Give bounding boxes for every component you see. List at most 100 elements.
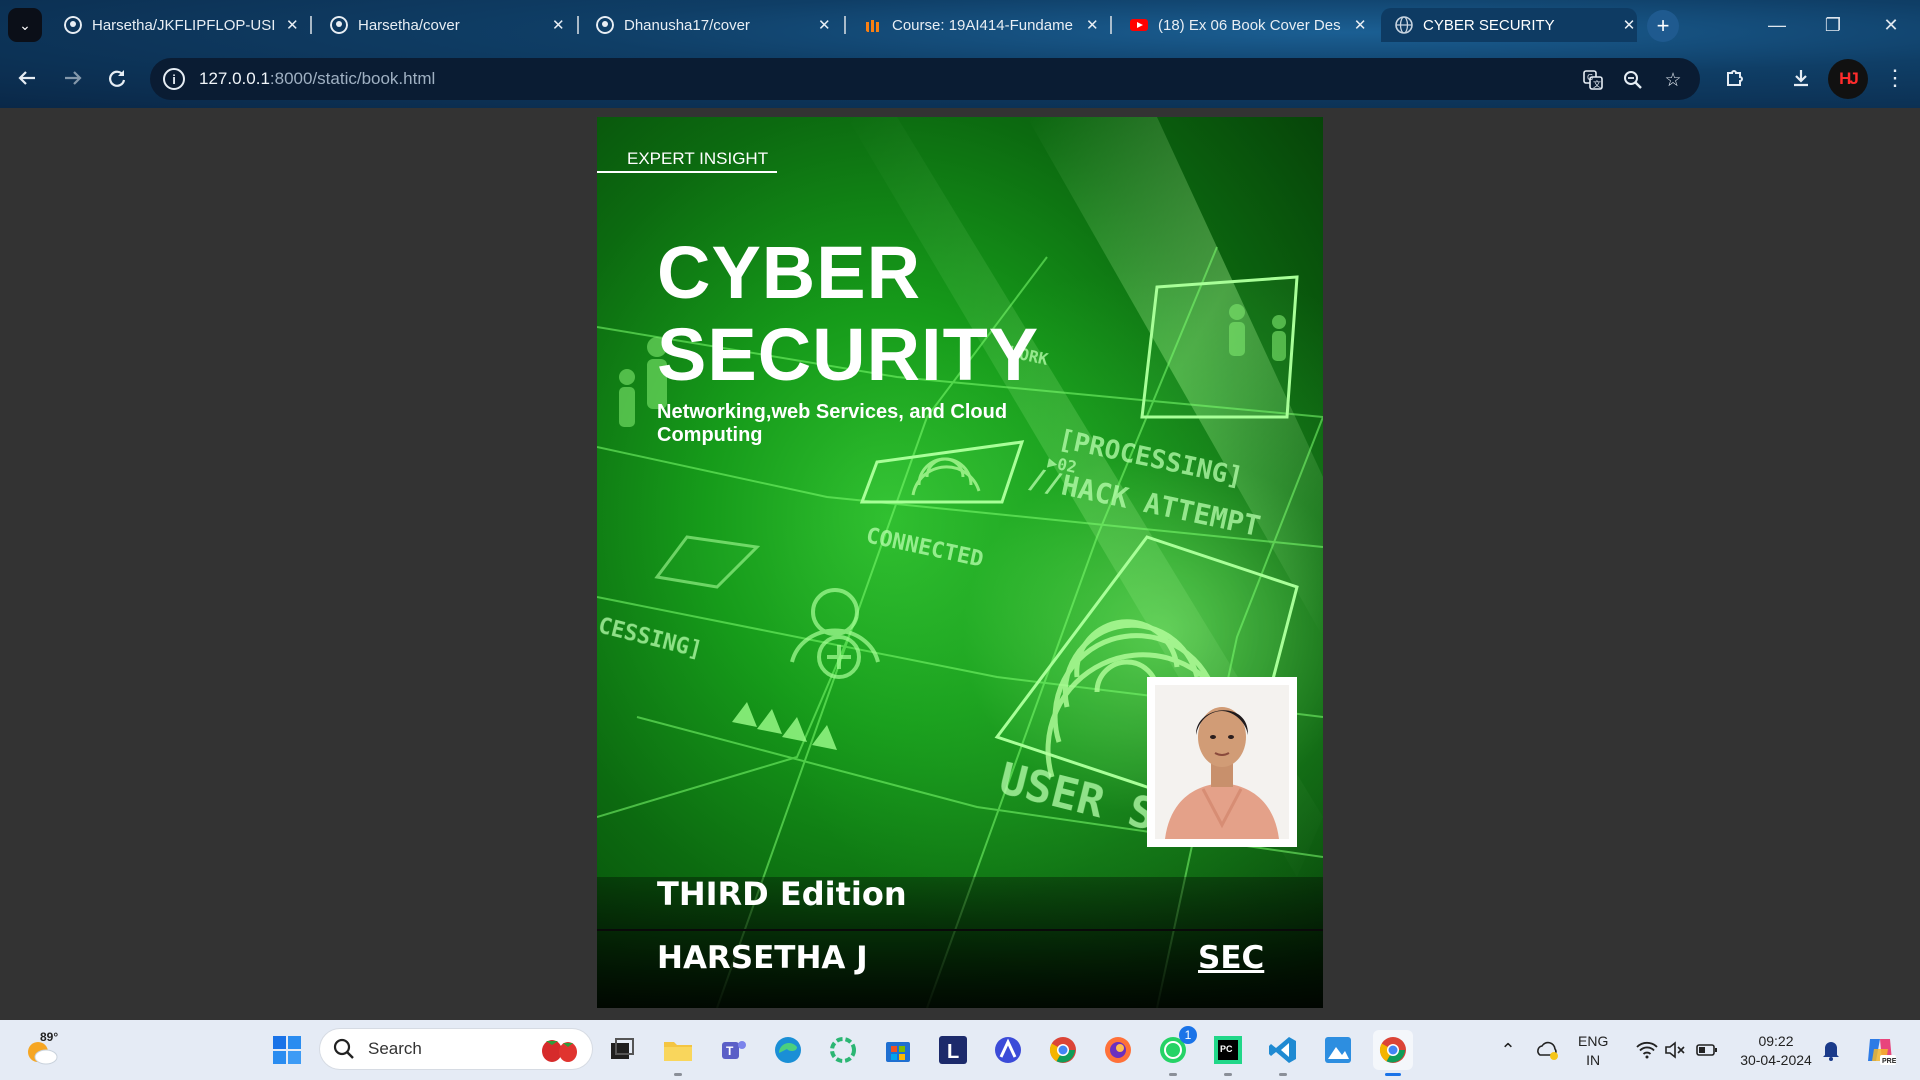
- notifications-button[interactable]: [1816, 1030, 1846, 1070]
- extensions-button[interactable]: [1716, 59, 1754, 97]
- battery-status[interactable]: [1692, 1030, 1722, 1070]
- svg-text:PC: PC: [1220, 1044, 1233, 1054]
- tab-youtube-video[interactable]: (18) Ex 06 Book Cover Des ✕: [1116, 8, 1368, 42]
- reload-button[interactable]: [98, 59, 136, 97]
- url-host: 127.0.0.1: [199, 69, 270, 88]
- clock[interactable]: 09:22 30-04-2024: [1736, 1032, 1816, 1070]
- globe-icon: [1395, 16, 1413, 34]
- clock-time: 09:22: [1758, 1033, 1794, 1049]
- new-tab-button[interactable]: +: [1647, 10, 1679, 42]
- start-button[interactable]: [267, 1030, 307, 1070]
- site-info-icon[interactable]: i: [163, 68, 185, 90]
- windows-logo-icon: [273, 1036, 301, 1064]
- edition-label: THIRD Edition: [657, 875, 907, 913]
- wifi-icon: [1636, 1041, 1658, 1059]
- tab-separator: [310, 16, 312, 34]
- url-text[interactable]: 127.0.0.1:8000/static/book.html: [199, 69, 435, 89]
- close-icon[interactable]: ✕: [550, 16, 566, 34]
- wifi-status[interactable]: [1632, 1030, 1662, 1070]
- edge-button[interactable]: [768, 1030, 808, 1070]
- whatsapp-button[interactable]: 1: [1153, 1026, 1197, 1070]
- close-icon[interactable]: ✕: [284, 16, 300, 34]
- svg-text:G: G: [1587, 73, 1593, 82]
- input-language[interactable]: ENG IN: [1578, 1032, 1608, 1070]
- taskbar-search[interactable]: Search: [320, 1029, 592, 1069]
- copilot-button[interactable]: PRE: [1860, 1030, 1900, 1070]
- svg-text:T: T: [726, 1044, 734, 1058]
- firefox-button[interactable]: [1098, 1030, 1138, 1070]
- close-icon[interactable]: ✕: [1621, 16, 1637, 34]
- minimize-button[interactable]: —: [1757, 10, 1797, 40]
- book-title-line2: SECURITY: [657, 313, 1040, 396]
- profile-initials: HJ: [1839, 69, 1859, 88]
- profile-avatar[interactable]: HJ: [1828, 59, 1868, 99]
- arrow-left-icon: [18, 71, 35, 85]
- show-hidden-icons[interactable]: ⌃: [1493, 1030, 1523, 1070]
- close-icon[interactable]: ✕: [1352, 16, 1368, 34]
- tab-dhanusha-cover[interactable]: Dhanusha17/cover ✕: [582, 8, 832, 42]
- pycharm-button[interactable]: PC: [1208, 1030, 1248, 1070]
- task-view-button[interactable]: [602, 1030, 642, 1070]
- publisher-name: SEC: [1198, 940, 1265, 976]
- task-view-icon: [611, 1038, 634, 1059]
- art-text-connected: CONNECTED: [864, 523, 986, 572]
- app-triangle-button[interactable]: [988, 1030, 1028, 1070]
- ring-app-icon: [830, 1037, 856, 1063]
- tab-moodle-course[interactable]: Course: 19AI414-Fundame ✕: [850, 8, 1100, 42]
- back-button[interactable]: [8, 59, 46, 97]
- downloads-button[interactable]: [1782, 59, 1820, 97]
- moodle-icon: [866, 20, 879, 32]
- weather-temperature: 89°: [40, 1030, 59, 1044]
- github-icon: [64, 16, 82, 34]
- more-vert-icon: ⋮: [1884, 65, 1906, 90]
- bookmark-star-icon[interactable]: ☆: [1660, 67, 1686, 93]
- tab-harsetha-cover[interactable]: Harsetha/cover ✕: [316, 8, 566, 42]
- chrome-active-button[interactable]: [1373, 1030, 1413, 1070]
- tab-cyber-security[interactable]: CYBER SECURITY ✕: [1381, 8, 1637, 42]
- store-icon: [886, 1042, 910, 1062]
- cover-divider: [597, 929, 1323, 931]
- chrome-icon: [1379, 1037, 1406, 1063]
- address-bar[interactable]: i 127.0.0.1:8000/static/book.html 文G ☆: [150, 58, 1700, 100]
- vscode-button[interactable]: [1263, 1030, 1303, 1070]
- chevron-down-icon: ⌄: [19, 16, 31, 33]
- microsoft-store-button[interactable]: [878, 1030, 918, 1070]
- tab-search-button[interactable]: ⌄: [8, 8, 42, 42]
- github-icon: [596, 16, 614, 34]
- zoom-icon[interactable]: [1620, 67, 1646, 93]
- chrome-button[interactable]: [1043, 1030, 1083, 1070]
- app-circle-button[interactable]: [823, 1030, 863, 1070]
- browser-menu-button[interactable]: ⋮: [1876, 59, 1914, 97]
- close-icon[interactable]: ✕: [816, 16, 832, 34]
- l-app-icon: L: [939, 1036, 967, 1064]
- volume-status[interactable]: [1660, 1030, 1690, 1070]
- l-app-button[interactable]: L: [933, 1030, 973, 1070]
- chevron-up-icon: ⌃: [1500, 1039, 1516, 1060]
- app-blue-button[interactable]: [1318, 1030, 1358, 1070]
- tab-label: Harsetha/cover: [358, 16, 460, 34]
- tab-strip: ⌄ Harsetha/JKFLIPFLOP-USIN ✕ Harsetha/co…: [0, 0, 1920, 50]
- close-window-button[interactable]: ✕: [1871, 10, 1911, 40]
- search-label: Search: [368, 1039, 422, 1058]
- restore-button[interactable]: ❐: [1813, 10, 1853, 40]
- firefox-icon: [1105, 1037, 1131, 1063]
- url-path: :8000/static/book.html: [269, 69, 436, 88]
- running-indicator: [1279, 1073, 1287, 1076]
- close-icon[interactable]: ✕: [1084, 16, 1100, 34]
- book-title-line1: CYBER: [657, 231, 922, 314]
- forward-button[interactable]: [54, 59, 92, 97]
- notification-badge: 1: [1179, 1026, 1197, 1044]
- svg-text:L: L: [947, 1041, 959, 1063]
- search-icon: [333, 1038, 354, 1059]
- author-photo: [1147, 677, 1297, 847]
- tab-label: (18) Ex 06 Book Cover Des: [1158, 16, 1341, 34]
- reload-icon: [109, 70, 126, 87]
- plus-icon: +: [1656, 13, 1670, 38]
- onedrive-status[interactable]: [1532, 1030, 1562, 1070]
- strawberry-icon: [542, 1040, 577, 1062]
- tab-jkflipflop[interactable]: Harsetha/JKFLIPFLOP-USIN ✕: [50, 8, 300, 42]
- file-explorer-button[interactable]: [658, 1030, 698, 1070]
- svg-text:PRE: PRE: [1882, 1058, 1896, 1065]
- translate-icon[interactable]: 文G: [1580, 67, 1606, 93]
- teams-button[interactable]: T: [714, 1030, 754, 1070]
